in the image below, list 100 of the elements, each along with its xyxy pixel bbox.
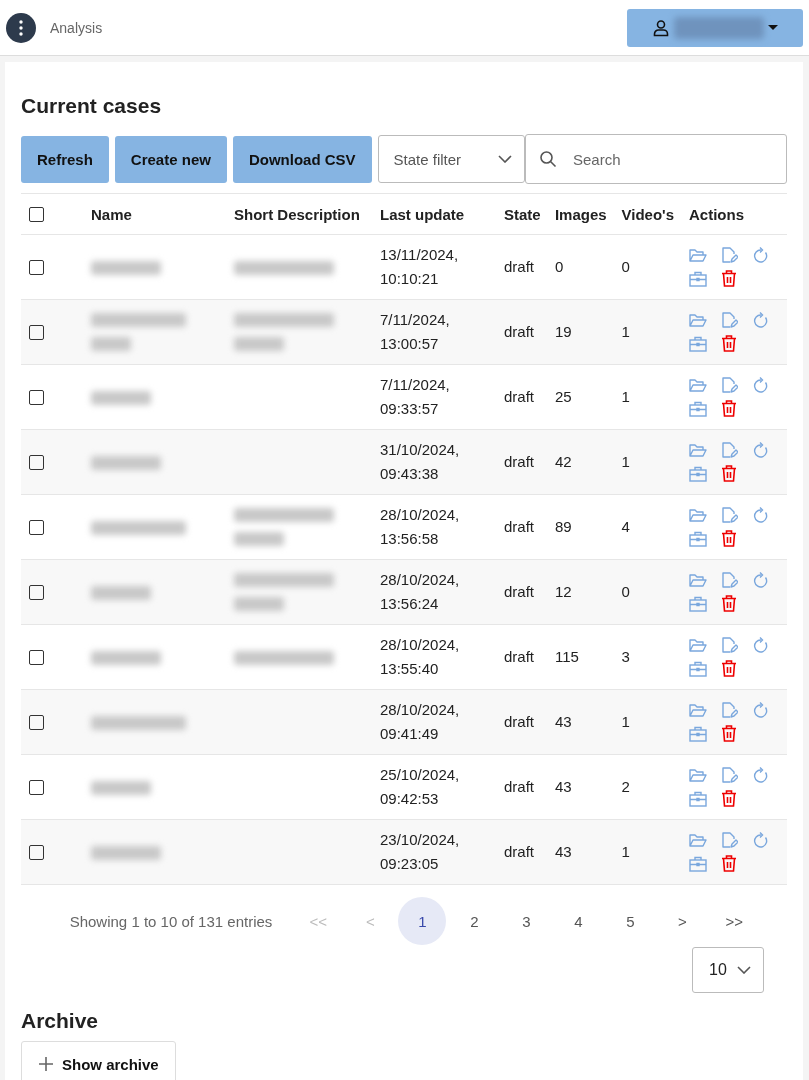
trash-icon[interactable]	[721, 400, 737, 417]
user-menu-button[interactable]	[627, 8, 803, 47]
row-checkbox[interactable]	[29, 454, 44, 470]
edit-document-icon[interactable]	[721, 507, 738, 524]
refresh-icon[interactable]	[753, 312, 769, 329]
row-checkbox[interactable]	[29, 584, 44, 600]
row-checkbox[interactable]	[29, 324, 44, 340]
row-checkbox[interactable]	[29, 389, 44, 405]
table-cell: 13/11/2024, 10:10:21	[374, 234, 498, 300]
table-cell: 43	[548, 819, 616, 885]
page-size-dropdown[interactable]: 10	[692, 947, 764, 993]
trash-icon[interactable]	[721, 530, 737, 547]
row-checkbox[interactable]	[29, 779, 44, 795]
folder-icon[interactable]	[689, 443, 707, 458]
table-cell: 28/10/2024, 13:56:24	[374, 559, 498, 625]
row-checkbox[interactable]	[29, 259, 44, 275]
table-cell: 19	[548, 299, 616, 365]
table-cell: 1	[615, 299, 683, 365]
table-cell: draft	[498, 234, 549, 300]
user-icon	[652, 18, 670, 37]
pagination-button[interactable]: 1	[398, 897, 447, 945]
folder-icon[interactable]	[689, 833, 707, 848]
row-checkbox[interactable]	[29, 844, 44, 860]
chevron-down-icon	[737, 966, 751, 974]
folder-icon[interactable]	[689, 508, 707, 523]
briefcase-icon[interactable]	[689, 465, 707, 482]
state-filter-dropdown[interactable]: State filter	[377, 135, 525, 183]
menu-button[interactable]	[6, 12, 36, 43]
row-checkbox[interactable]	[29, 714, 44, 730]
pagination-button[interactable]: 4	[554, 897, 603, 945]
search-field[interactable]: Search	[525, 134, 787, 184]
toolbar-button[interactable]: Download CSV	[232, 135, 372, 183]
table-cell: 43	[548, 689, 616, 755]
edit-document-icon[interactable]	[721, 442, 738, 459]
folder-icon[interactable]	[689, 768, 707, 783]
edit-document-icon[interactable]	[721, 377, 738, 394]
trash-icon[interactable]	[721, 270, 737, 287]
briefcase-icon[interactable]	[689, 855, 707, 872]
toolbar-button[interactable]: Refresh	[21, 135, 109, 183]
table-cell: draft	[498, 429, 549, 495]
refresh-icon[interactable]	[753, 637, 769, 654]
search-icon	[539, 150, 557, 168]
edit-document-icon[interactable]	[721, 247, 738, 264]
pagination-button[interactable]: >	[658, 897, 707, 945]
folder-icon[interactable]	[689, 313, 707, 328]
select-all-checkbox[interactable]	[29, 206, 44, 222]
plus-icon	[38, 1056, 54, 1072]
table-cell: draft	[498, 819, 549, 885]
refresh-icon[interactable]	[753, 247, 769, 264]
table-cell: draft	[498, 624, 549, 690]
table-cell: 0	[548, 234, 616, 300]
refresh-icon[interactable]	[753, 702, 769, 719]
edit-document-icon[interactable]	[721, 767, 738, 784]
briefcase-icon[interactable]	[689, 400, 707, 417]
table-cell: 89	[548, 494, 616, 560]
pagination-button[interactable]: 5	[606, 897, 655, 945]
refresh-icon[interactable]	[753, 572, 769, 589]
pagination-button[interactable]: 2	[450, 897, 499, 945]
folder-icon[interactable]	[689, 248, 707, 263]
folder-icon[interactable]	[689, 378, 707, 393]
row-checkbox[interactable]	[29, 649, 44, 665]
edit-document-icon[interactable]	[721, 637, 738, 654]
table-cell: draft	[498, 754, 549, 820]
briefcase-icon[interactable]	[689, 725, 707, 742]
trash-icon[interactable]	[721, 855, 737, 872]
refresh-icon[interactable]	[753, 377, 769, 394]
briefcase-icon[interactable]	[689, 270, 707, 287]
trash-icon[interactable]	[721, 335, 737, 352]
edit-document-icon[interactable]	[721, 312, 738, 329]
trash-icon[interactable]	[721, 790, 737, 807]
table-cell: 23/10/2024, 09:23:05	[374, 819, 498, 885]
trash-icon[interactable]	[721, 595, 737, 612]
edit-document-icon[interactable]	[721, 832, 738, 849]
edit-document-icon[interactable]	[721, 702, 738, 719]
edit-document-icon[interactable]	[721, 572, 738, 589]
trash-icon[interactable]	[721, 465, 737, 482]
refresh-icon[interactable]	[753, 507, 769, 524]
row-checkbox[interactable]	[29, 519, 44, 535]
briefcase-icon[interactable]	[689, 595, 707, 612]
folder-icon[interactable]	[689, 638, 707, 653]
refresh-icon[interactable]	[753, 832, 769, 849]
refresh-icon[interactable]	[753, 767, 769, 784]
table-cell: 3	[615, 624, 683, 690]
pagination-button[interactable]: 3	[502, 897, 551, 945]
app-title: Analysis	[50, 19, 103, 36]
chevron-down-icon	[498, 155, 512, 163]
briefcase-icon[interactable]	[689, 335, 707, 352]
show-archive-button[interactable]: Show archive	[21, 1041, 176, 1080]
column-header: Last update	[374, 193, 498, 235]
briefcase-icon[interactable]	[689, 790, 707, 807]
refresh-icon[interactable]	[753, 442, 769, 459]
trash-icon[interactable]	[721, 660, 737, 677]
trash-icon[interactable]	[721, 725, 737, 742]
folder-icon[interactable]	[689, 703, 707, 718]
folder-icon[interactable]	[689, 573, 707, 588]
pagination-button[interactable]: >>	[710, 897, 759, 945]
table-cell: 115	[548, 624, 616, 690]
briefcase-icon[interactable]	[689, 530, 707, 547]
toolbar-button[interactable]: Create new	[114, 135, 227, 183]
briefcase-icon[interactable]	[689, 660, 707, 677]
